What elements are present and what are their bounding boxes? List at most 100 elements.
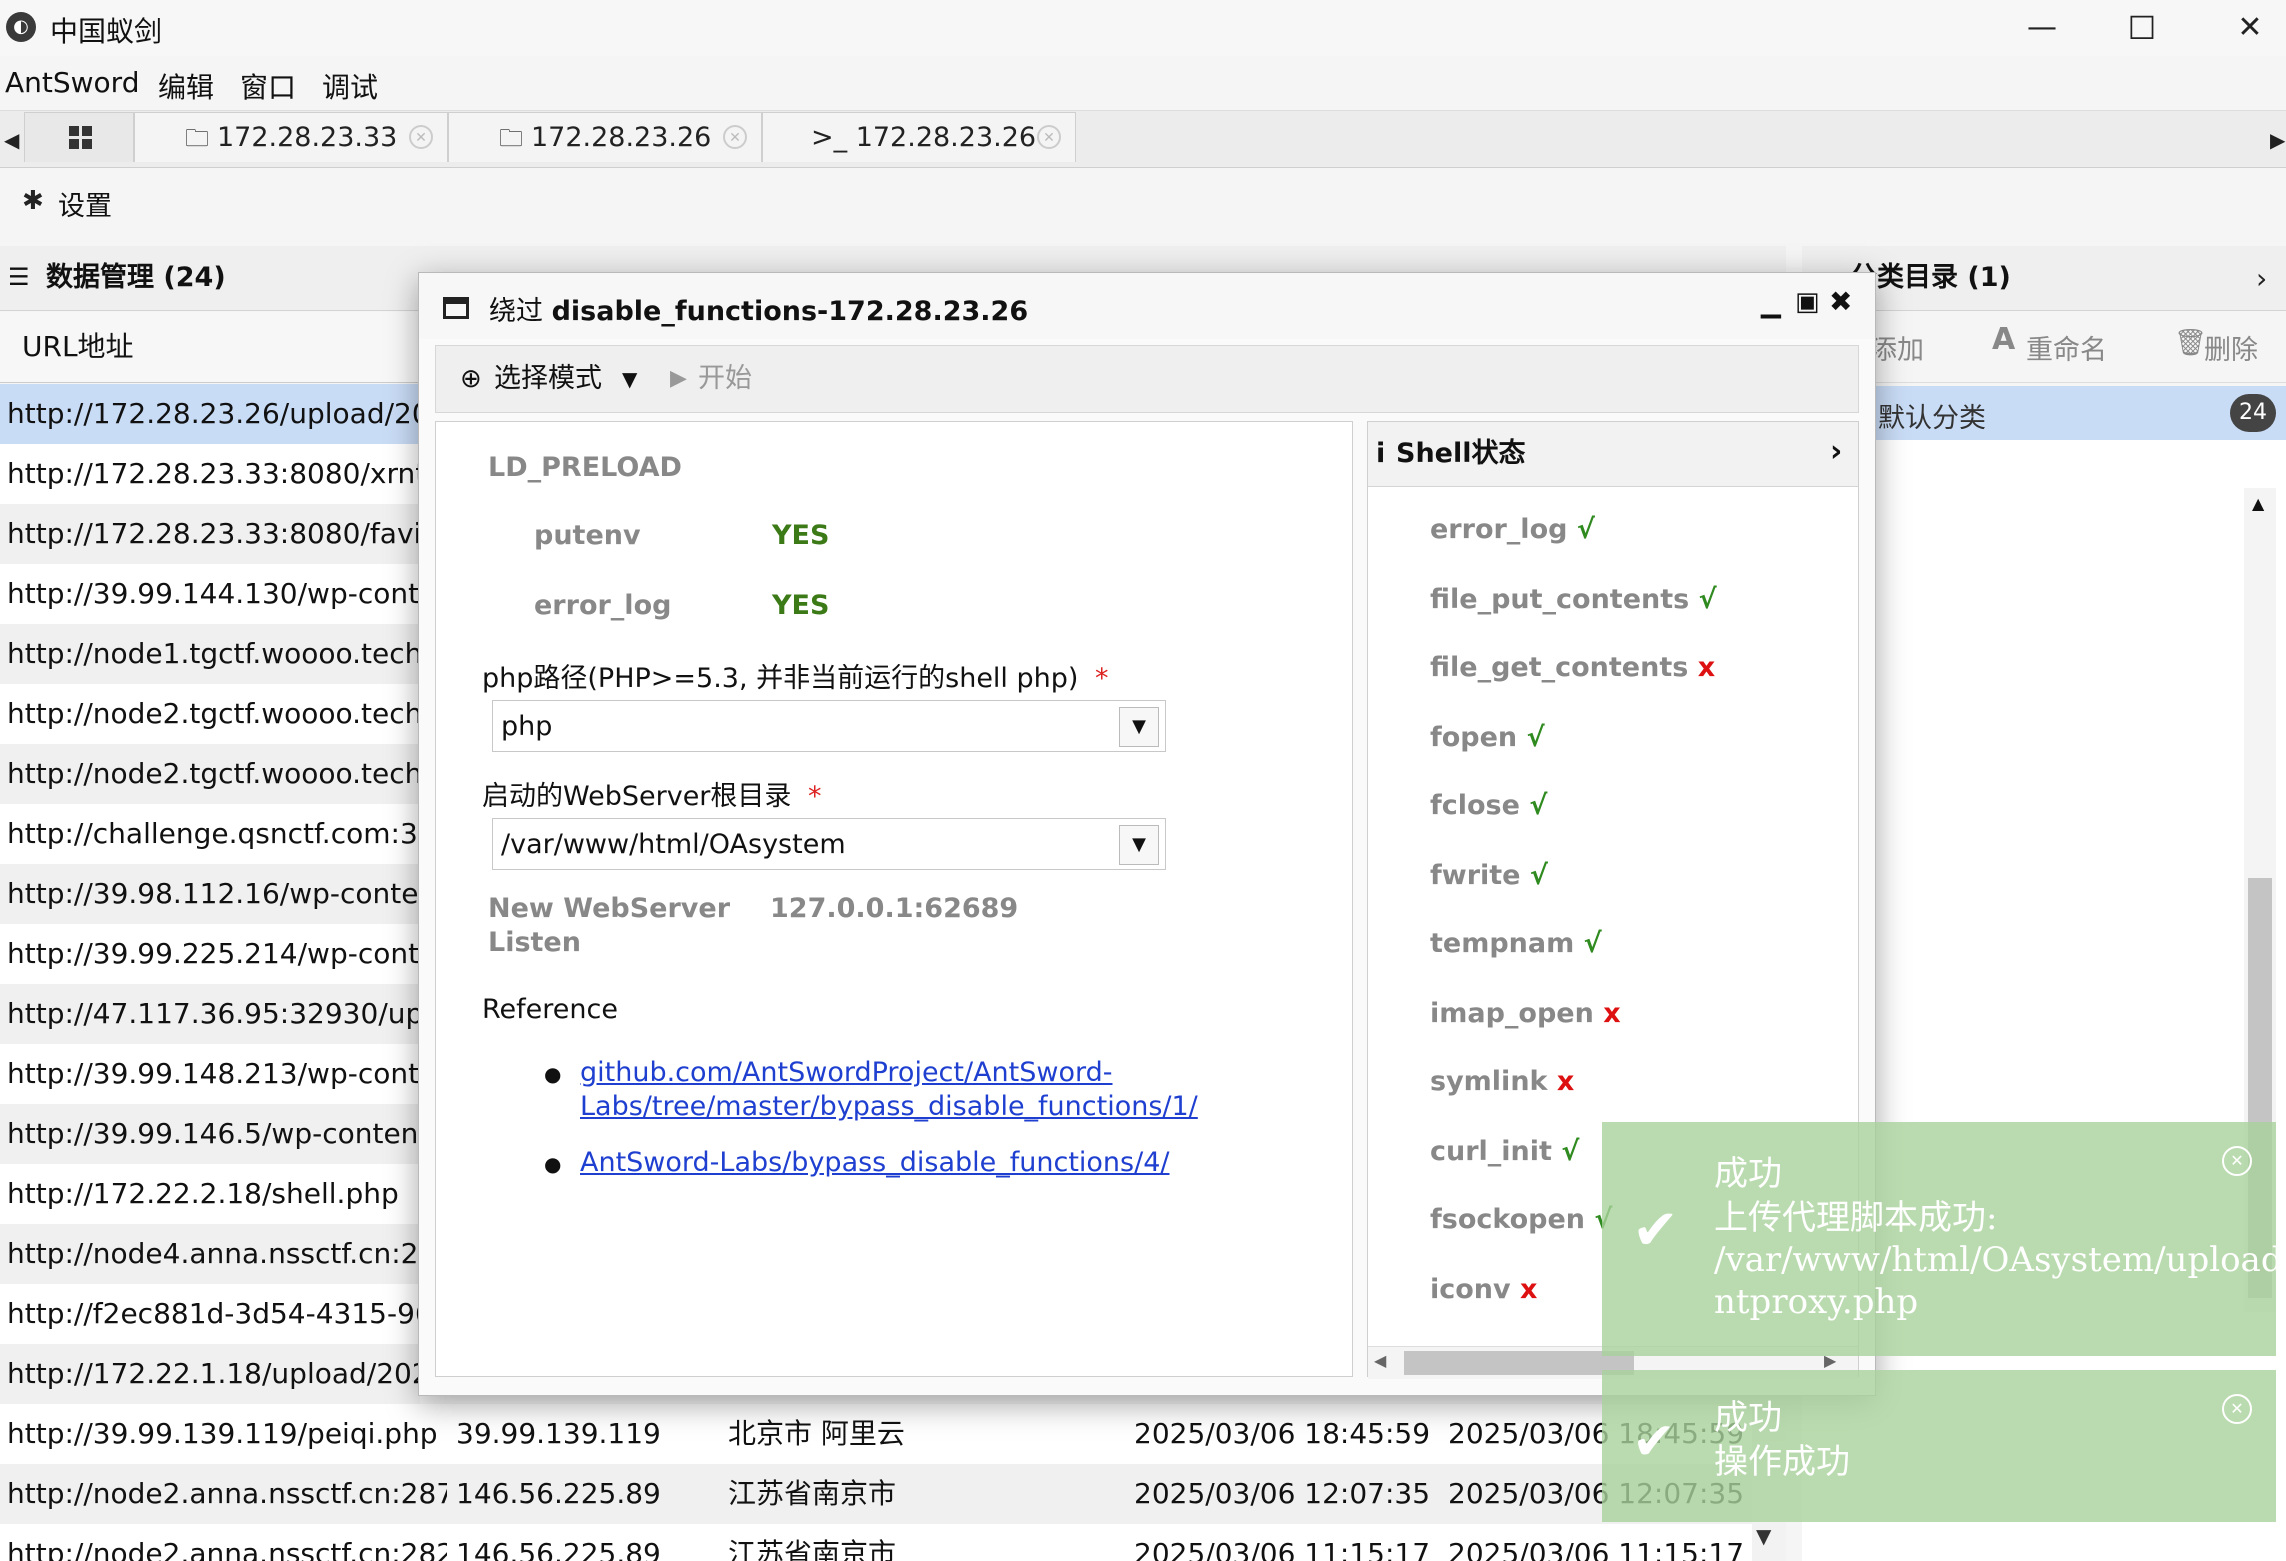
reference-link-2[interactable]: AntSword-Labs/bypass_disable_functions/4… [580,1146,1169,1180]
menu-antsword[interactable]: AntSword [5,66,139,99]
table-row[interactable]: http://172.22.1.18/upload/2025 [0,1344,420,1404]
settings-button[interactable]: 设置 [58,184,112,223]
listen-label: New WebServer Listen [488,893,731,958]
tab-home[interactable] [24,112,134,162]
chevron-right-icon[interactable]: › [1830,420,1842,484]
toast-close-icon[interactable]: ✕ [2222,1146,2252,1176]
function-status: curl_init √ [1430,1136,1580,1167]
webroot-label: 启动的WebServer根目录 * [482,781,822,812]
play-icon: ▶ [670,366,687,391]
url-column-header[interactable]: URL地址 [0,312,420,383]
tab-terminal-172-28-23-26[interactable]: >_ 172.28.23.26 ✕ [762,112,1076,162]
table-row[interactable]: http://172.28.23.33:8080/xrntkl [0,444,420,504]
check-value: YES [772,520,830,551]
bypass-form-panel: LD_PRELOAD putenv YES error_log YES php路… [435,421,1353,1377]
mode-name: LD_PRELOAD [488,452,682,483]
table-row[interactable]: http://node2.tgctf.woooo.tech:3 [0,684,420,744]
tab-file-172-28-23-33[interactable]: 🗀 172.28.23.33 ✕ [134,112,448,162]
function-status: symlink x [1430,1066,1575,1097]
bullet-icon: ● [544,1152,562,1176]
scroll-down-icon[interactable]: ▼ [1756,1524,1771,1548]
category-item-label: 默认分类 [1878,403,1986,434]
tab-scroll-left-icon[interactable]: ◀ [4,128,19,152]
toast-message: 操作成功 [1714,1442,1850,1482]
tab-scroll-right-icon[interactable]: ▶ [2270,128,2285,152]
tab-close-icon[interactable]: ✕ [723,125,747,149]
delete-category-button[interactable]: 删除 [2204,328,2258,367]
php-path-select[interactable]: php ▼ [492,700,1166,752]
rename-category-button[interactable]: 重命名 [2026,328,2107,367]
table-row[interactable]: http://39.99.146.5/wp-content/ [0,1104,420,1164]
dialog-toolbar: ⊕ 选择模式 ▼ ▶ 开始 [435,345,1859,413]
function-status: error_log √ [1430,514,1595,545]
table-row[interactable]: http://172.22.2.18/shell.php [0,1164,420,1224]
dialog-close-icon[interactable]: ✖ [1829,285,1852,318]
cell-location: 江苏省南京市 [728,1537,897,1561]
table-row[interactable]: http://node1.tgctf.woooo.tech:3 [0,624,420,684]
tab-file-172-28-23-26[interactable]: 🗀 172.28.23.26 ✕ [448,112,762,162]
table-row[interactable]: http://172.28.23.26/upload/202 [0,384,420,444]
antsword-logo-icon: ◐ [6,12,36,42]
dialog-title: 绕过 disable_functions-172.28.23.26 [489,296,1029,327]
maximize-button[interactable]: ☐ [2094,4,2190,52]
table-row[interactable]: http://47.117.36.95:32930/uplo [0,984,420,1044]
table-row[interactable]: http://challenge.qsnctf.com:315 [0,804,420,864]
category-count-badge: 24 [2230,394,2276,432]
toast-close-icon[interactable]: ✕ [2222,1394,2252,1424]
add-category-button[interactable]: 添加 [1870,328,1924,367]
toast-message: /var/www/html/OAsystem/upload/.a [1714,1240,2286,1280]
table-row[interactable]: http://39.99.144.130/wp-conter [0,564,420,624]
webroot-select[interactable]: /var/www/html/OAsystem ▼ [492,818,1166,870]
start-button[interactable]: 开始 [698,346,752,412]
cell-location: 江苏省南京市 [728,1477,897,1510]
function-status: iconv x [1430,1274,1538,1305]
chevron-down-icon[interactable]: ▼ [1119,825,1159,865]
table-row[interactable]: http://f2ec881d-3d54-4315-964 [0,1284,420,1344]
caret-down-icon[interactable]: ▼ [622,346,637,412]
scroll-left-icon[interactable]: ◀ [1374,1351,1386,1370]
function-status: fclose √ [1430,790,1548,821]
function-status: fopen √ [1430,722,1545,753]
minimize-button[interactable]: — [1994,4,2090,52]
table-row[interactable]: http://172.28.23.33:8080/favicc [0,504,420,564]
cell-ip: 39.99.139.119 [456,1417,661,1450]
dialog-maximize-icon[interactable]: ▣ [1795,287,1820,317]
select-mode-button[interactable]: 选择模式 [494,346,602,412]
check-icon: ✔ [1632,1412,1676,1472]
chevron-down-icon[interactable]: ▼ [1119,707,1159,747]
tab-close-icon[interactable]: ✕ [1037,125,1061,149]
table-row[interactable]: http://39.99.148.213/wp-conter [0,1044,420,1104]
function-status: tempnam √ [1430,928,1602,959]
menu-debug[interactable]: 调试 [322,66,378,106]
gear-icon: ✱ [22,186,44,216]
dialog-minimize-icon[interactable]: ▁ [1761,289,1781,319]
toast-success-operation: ✔ 成功 操作成功 ✕ [1602,1370,2276,1522]
table-row[interactable]: http://node2.tgctf.woooo.tech:3 [0,744,420,804]
function-status: fsockopen √ [1430,1204,1612,1235]
check-name: error_log [534,590,672,621]
rename-icon: A [1992,322,2016,357]
toast-message: 上传代理脚本成功: [1714,1198,1998,1238]
cell-updated: 2025/03/06 11:15:17 [1448,1537,1745,1561]
php-path-label: php路径(PHP>=5.3, 并非当前运行的shell php) * [482,663,1109,694]
grid-icon [69,126,93,150]
window-icon [443,297,469,319]
check-icon: ✔ [1632,1198,1679,1263]
table-row[interactable]: http://39.99.225.214/wp-conter [0,924,420,984]
scroll-up-icon[interactable]: ▲ [2252,494,2264,513]
function-status: fwrite √ [1430,860,1548,891]
reference-link-1[interactable]: github.com/AntSwordProject/AntSword- Lab… [580,1056,1198,1124]
menu-window[interactable]: 窗口 [240,66,296,106]
chevron-right-icon[interactable]: › [2256,262,2267,295]
shell-status-title: Shell状态 [1396,438,1526,469]
toast-title: 成功 [1714,1154,1782,1194]
info-icon: i [1376,438,1386,469]
close-button[interactable]: ✕ [2202,4,2286,52]
table-row[interactable]: http://node4.anna.nssctf.cn:281 [0,1224,420,1284]
table-row[interactable]: http://39.98.112.16/wp-content [0,864,420,924]
menu-edit[interactable]: 编辑 [158,66,214,106]
cell-url: http://node2.anna.nssctf.cn:28711 [7,1477,447,1510]
tab-close-icon[interactable]: ✕ [409,125,433,149]
scroll-thumb[interactable] [1404,1351,1634,1375]
folder-icon: 🗀 [185,124,209,152]
